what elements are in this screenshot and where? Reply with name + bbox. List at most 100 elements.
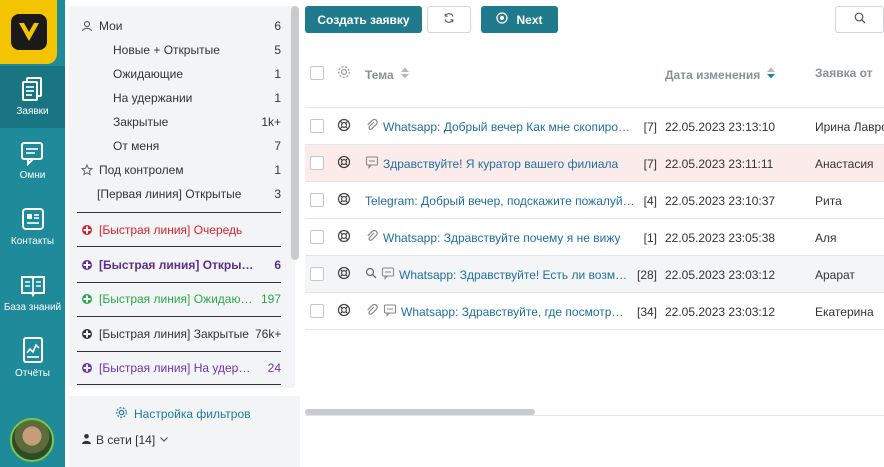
- row-from: Аля: [815, 231, 837, 245]
- lifebuoy-purple-icon: [79, 259, 95, 271]
- row-subject[interactable]: Whatsapp: Здравствуйте, где посмотреть […: [365, 293, 657, 330]
- tickets-main: Создать заявку Next Тема Дата изменения: [305, 0, 884, 467]
- row-message-count: [28]: [636, 267, 657, 282]
- filter-label: От меня: [113, 139, 160, 153]
- row-subject[interactable]: Telegram: Добрый вечер, подскажите пожал…: [365, 182, 657, 219]
- filter-item-fast-closed[interactable]: [Быстрая линия] Закрытые 76k+: [69, 322, 295, 346]
- filter-label: [Быстрая линия] На удержании: [99, 361, 255, 375]
- filter-label: [Быстрая линия] Ожидающие: [99, 292, 255, 306]
- next-button[interactable]: Next: [481, 6, 558, 33]
- row-subject-text: Whatsapp: Здравствуйте! Есть ли возможно…: [399, 267, 629, 282]
- filter-label: [Первая линия] Открытые: [97, 187, 242, 201]
- checkbox[interactable]: [310, 66, 324, 80]
- paperclip-icon: [365, 118, 379, 135]
- filter-item-watching[interactable]: Под контролем 1: [69, 158, 295, 182]
- lifebuoy-green-icon: [79, 293, 95, 305]
- create-ticket-button[interactable]: Создать заявку: [305, 6, 422, 33]
- row-checkbox[interactable]: [310, 119, 324, 133]
- row-date: 22.05.2023 23:13:10: [665, 120, 776, 134]
- filter-item-first-line-open[interactable]: [Первая линия] Открытые 3: [69, 182, 295, 206]
- filter-count: 7: [274, 139, 281, 153]
- filter-item-from-me[interactable]: От меня 7: [69, 134, 295, 158]
- column-subject[interactable]: Тема: [365, 66, 410, 83]
- column-subject-label: Тема: [365, 67, 394, 82]
- select-all-checkbox[interactable]: [310, 66, 324, 80]
- row-subject-text: Whatsapp: Добрый вечер Как мне скопирова…: [383, 119, 636, 134]
- filter-item-mine[interactable]: Мои 6: [69, 14, 295, 38]
- row-date: 22.05.2023 23:10:37: [665, 194, 776, 208]
- tickets-icon: [0, 76, 65, 102]
- filter-item-pending[interactable]: Ожидающие 1: [69, 62, 295, 86]
- row-subject[interactable]: Whatsapp: Здравствуйте! Есть ли возможно…: [365, 256, 657, 293]
- column-date[interactable]: Дата изменения: [665, 66, 776, 83]
- nav-item-omni[interactable]: Омни: [0, 140, 65, 192]
- filter-count: 5: [274, 43, 281, 57]
- lifebuoy-red-icon: [79, 224, 95, 236]
- filter-settings-label: Настройка фильтров: [134, 407, 251, 421]
- filter-count: 76k+: [255, 327, 282, 341]
- table-row[interactable]: Whatsapp: Здравствуйте, где посмотреть […: [305, 293, 884, 330]
- table-row[interactable]: Whatsapp: Добрый вечер Как мне скопирова…: [305, 108, 884, 145]
- settings-column-icon[interactable]: [337, 65, 351, 79]
- search-button[interactable]: [835, 6, 884, 33]
- row-subject[interactable]: Здравствуйте! Я куратор вашего филиала […: [365, 145, 657, 182]
- online-users-toggle[interactable]: В сети [14]: [81, 433, 169, 447]
- lifebuoy-icon: [337, 266, 351, 283]
- row-checkbox[interactable]: [310, 156, 324, 170]
- table-row[interactable]: Здравствуйте! Я куратор вашего филиала […: [305, 145, 884, 182]
- row-message-count: [4]: [643, 193, 657, 208]
- filter-item-closed[interactable]: Закрытые 1k+: [69, 110, 295, 134]
- row-subject-text: Whatsapp: Здравствуйте почему я не вижу: [383, 230, 621, 245]
- table-row[interactable]: Whatsapp: Здравствуйте почему я не вижу …: [305, 219, 884, 256]
- filter-count: 1: [274, 91, 281, 105]
- omni-chat-icon: [0, 140, 65, 166]
- row-date: 22.05.2023 23:03:12: [665, 268, 776, 282]
- row-subject-text: Здравствуйте! Я куратор вашего филиала: [383, 156, 619, 171]
- online-label: В сети [14]: [96, 433, 156, 447]
- filter-label: [Быстрая линия] Открытые: [99, 258, 255, 272]
- chevron-down-icon: [159, 433, 169, 447]
- refresh-icon: [443, 12, 455, 27]
- filter-scrollbar[interactable]: [291, 6, 299, 260]
- filter-item-fast-queue[interactable]: [Быстрая линия] Очередь: [69, 218, 295, 242]
- filter-item-fast-on-hold[interactable]: [Быстрая линия] На удержании 24: [69, 356, 295, 380]
- lifebuoy-violet-icon: [79, 362, 95, 374]
- column-from[interactable]: Заявка от: [815, 66, 873, 80]
- filter-count: 6: [274, 19, 281, 33]
- nav-label-omni: Омни: [19, 170, 46, 181]
- comment-icon: [381, 266, 395, 283]
- row-from: Анастасия: [815, 157, 874, 171]
- sort-icon: [400, 66, 410, 83]
- row-subject[interactable]: Whatsapp: Здравствуйте почему я не вижу …: [365, 219, 657, 256]
- app-logo[interactable]: [0, 0, 57, 64]
- table-row[interactable]: Telegram: Добрый вечер, подскажите пожал…: [305, 182, 884, 219]
- row-checkbox[interactable]: [310, 230, 324, 244]
- nav-item-contacts[interactable]: Контакты: [0, 206, 65, 258]
- row-from: Рита: [815, 194, 842, 208]
- row-checkbox[interactable]: [310, 304, 324, 318]
- filter-item-fast-open[interactable]: [Быстрая линия] Открытые 6: [69, 253, 295, 277]
- filter-item-fast-pending[interactable]: [Быстрая линия] Ожидающие 197: [69, 287, 295, 311]
- filter-settings-link[interactable]: Настройка фильтров: [115, 406, 251, 422]
- filter-label: Новые + Открытые: [113, 43, 220, 57]
- table-row[interactable]: Whatsapp: Здравствуйте! Есть ли возможно…: [305, 256, 884, 293]
- row-checkbox[interactable]: [310, 267, 324, 281]
- nav-item-reports[interactable]: Отчёты: [0, 336, 65, 388]
- row-from: Ирина Лаврова: [815, 120, 884, 134]
- nav-label-reports: Отчёты: [15, 368, 50, 379]
- reports-icon: [0, 336, 65, 364]
- filter-item-on-hold[interactable]: На удержании 1: [69, 86, 295, 110]
- nav-rail: Заявки Омни Контакты База знаний Отчёты: [0, 0, 65, 467]
- nav-item-knowledge-base[interactable]: База знаний: [0, 272, 65, 324]
- next-circle-icon: [496, 12, 509, 27]
- user-avatar[interactable]: [10, 418, 54, 462]
- divider: [77, 316, 281, 317]
- row-subject[interactable]: Whatsapp: Добрый вечер Как мне скопирова…: [365, 108, 657, 145]
- nav-item-tickets[interactable]: Заявки: [0, 66, 65, 128]
- filter-item-new-open[interactable]: Новые + Открытые 5: [69, 38, 295, 62]
- person-icon: [81, 433, 92, 447]
- row-checkbox[interactable]: [310, 193, 324, 207]
- magnifier-icon: [365, 267, 377, 282]
- refresh-button[interactable]: [427, 6, 471, 33]
- filter-label: На удержании: [113, 91, 193, 105]
